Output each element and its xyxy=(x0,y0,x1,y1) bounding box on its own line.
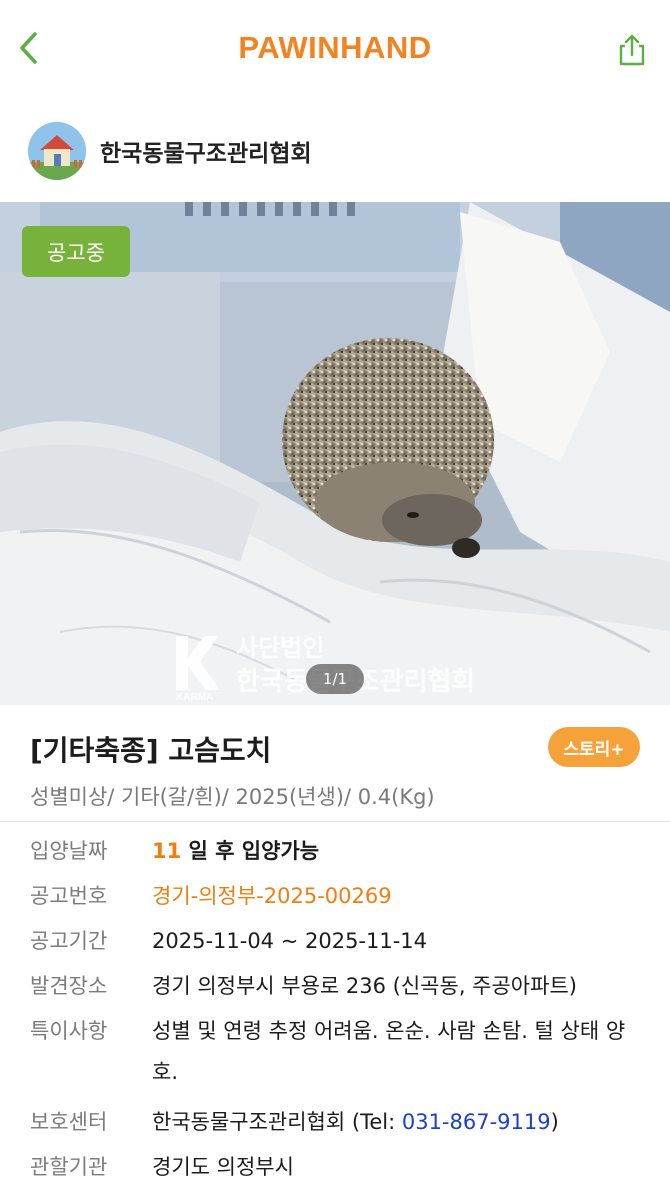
pet-info-list: 입양날짜 11 일 후 입양가능 공고번호 경기-의정부-2025-00269 … xyxy=(0,836,670,1197)
info-label: 발견장소 xyxy=(30,974,108,998)
watermark-line1: 사단법인 xyxy=(236,634,324,662)
info-value: 11 일 후 입양가능 xyxy=(152,836,640,867)
karma-logo-text: KARMA xyxy=(176,692,213,702)
adoption-suffix: 일 후 입양가능 xyxy=(181,839,320,863)
section-divider xyxy=(0,821,670,822)
house-icon xyxy=(28,122,86,180)
info-row-adoption-date: 입양날짜 11 일 후 입양가능 xyxy=(30,836,640,867)
share-button[interactable] xyxy=(608,26,656,74)
adoption-days: 11 xyxy=(152,839,182,863)
info-label: 입양날짜 xyxy=(30,839,108,863)
info-row-shelter-center: 보호센터 한국동물구조관리협회 (Tel: 031-867-9119) xyxy=(30,1107,640,1138)
info-row-found-place: 발견장소 경기 의정부시 부용로 236 (신곡동, 주공아파트) xyxy=(30,971,640,1002)
pet-summary: 성별미상/ 기타(갈/흰)/ 2025(년생)/ 0.4(Kg) xyxy=(30,785,435,809)
info-row-authority: 관할기관 경기도 의정부시 xyxy=(30,1152,640,1183)
info-label: 특이사항 xyxy=(30,1019,108,1043)
share-icon xyxy=(619,34,645,66)
info-label: 공고번호 xyxy=(30,884,108,908)
info-row-notice-period: 공고기간 2025-11-04 ~ 2025-11-14 xyxy=(30,926,640,957)
story-button[interactable]: 스토리+ xyxy=(548,727,640,767)
info-label: 관할기관 xyxy=(30,1155,108,1179)
notice-number: 경기-의정부-2025-00269 xyxy=(152,884,392,908)
center-name: 한국동물구조관리협회 (Tel: xyxy=(152,1110,402,1134)
found-place: 경기 의정부시 부용로 236 (신곡동, 주공아파트) xyxy=(152,974,577,998)
center-phone-link[interactable]: 031-867-9119 xyxy=(402,1110,551,1134)
pet-title-block: [기타축종] 고슴도치 스토리+ 성별미상/ 기타(갈/흰)/ 2025(년생)… xyxy=(0,705,670,821)
info-label: 보호센터 xyxy=(30,1110,108,1134)
status-badge: 공고중 xyxy=(22,226,130,277)
photo-counter: 1/1 xyxy=(306,664,364,694)
special-notes: 성별 및 연령 추정 어려움. 온순. 사람 손탐. 털 상태 양호. xyxy=(152,1019,626,1084)
shelter-header[interactable]: 한국동물구조관리협회 xyxy=(0,100,670,202)
shelter-avatar xyxy=(28,122,86,180)
info-value: 한국동물구조관리협회 (Tel: 031-867-9119) xyxy=(152,1107,640,1138)
notice-period: 2025-11-04 ~ 2025-11-14 xyxy=(152,929,428,953)
karma-logo: KARMA xyxy=(176,636,220,702)
top-bar: PAWINHAND xyxy=(0,0,670,100)
shelter-name[interactable]: 한국동물구조관리협회 xyxy=(100,134,312,168)
hedgehog-photo-image xyxy=(0,202,670,705)
brand-logo: PAWINHAND xyxy=(238,30,432,65)
authority: 경기도 의정부시 xyxy=(152,1155,294,1179)
info-row-notes: 특이사항 성별 및 연령 추정 어려움. 온순. 사람 손탐. 털 상태 양호. xyxy=(30,1016,640,1093)
info-label: 공고기간 xyxy=(30,929,108,953)
info-row-notice-number: 공고번호 경기-의정부-2025-00269 xyxy=(30,881,640,912)
center-close: ) xyxy=(550,1110,559,1134)
pet-photo[interactable]: 공고중 KARMA 사단법인 한국동물구조관리협회 1/1 xyxy=(0,202,670,705)
